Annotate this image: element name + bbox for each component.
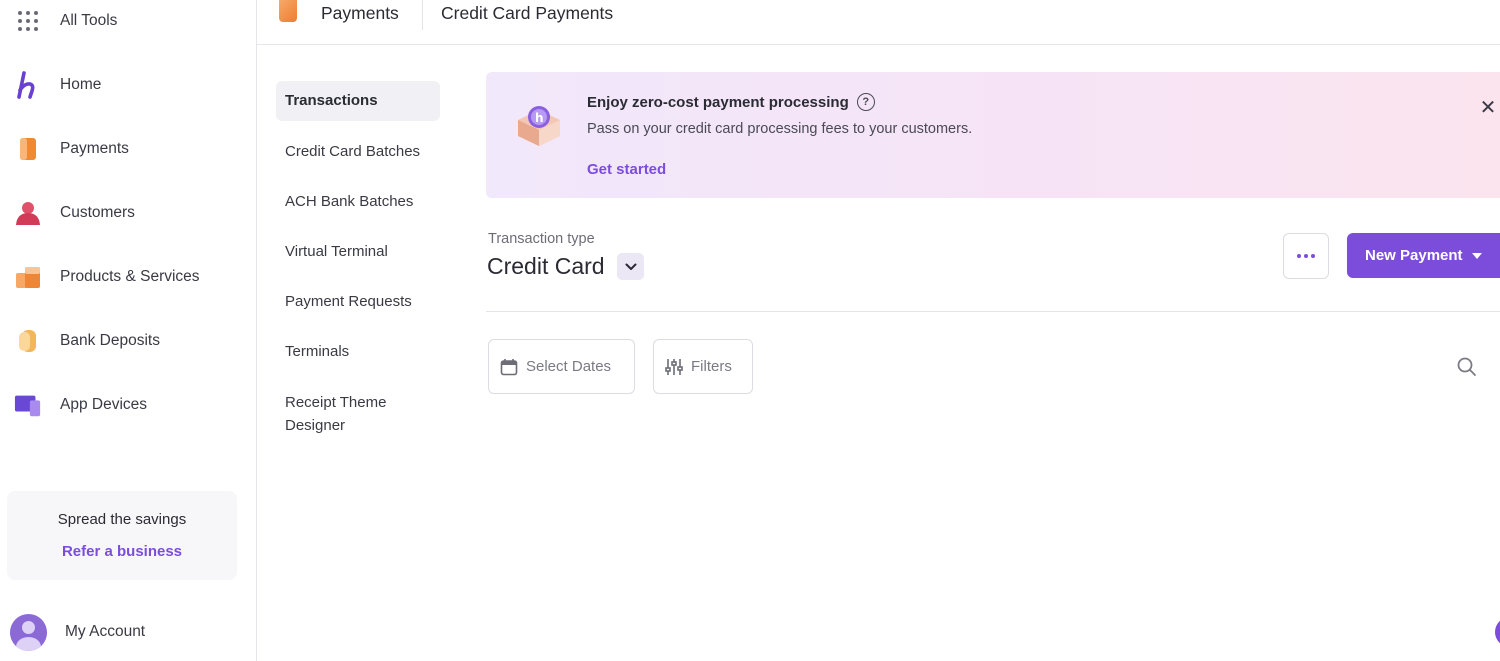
sidebar-item-label: Products & Services [60,268,200,285]
sliders-icon [665,358,683,375]
filters-label: Filters [691,358,732,375]
subnav-item-ach-bank-batches[interactable]: ACH Bank Batches [276,190,440,213]
subnav-item-credit-card-batches[interactable]: Credit Card Batches [276,140,440,163]
new-payment-button[interactable]: New Payment [1347,233,1500,278]
sidebar-item-payments[interactable]: Payments [0,125,256,173]
my-account-button[interactable]: My Account [10,612,250,652]
home-logo-icon [14,71,42,99]
breadcrumb-section[interactable]: Payments [321,3,399,24]
more-options-button[interactable] [1283,233,1329,279]
sidebar-item-home[interactable]: Home [0,61,256,109]
sidebar-item-all-tools[interactable]: All Tools [0,0,256,45]
banner-title-text: Enjoy zero-cost payment processing [587,93,849,111]
get-started-link[interactable]: Get started [587,161,666,178]
top-header: Payments Credit Card Payments [257,0,1500,45]
filters-button[interactable]: Filters [653,339,753,394]
banner-title: Enjoy zero-cost payment processing ? [587,93,875,111]
box-icon: h [514,102,560,146]
divider [486,311,1500,312]
subnav-item-terminals[interactable]: Terminals [276,340,440,363]
sidebar-item-products-services[interactable]: Products & Services [0,253,256,301]
page-title: Credit Card Payments [441,3,614,23]
sidebar-item-label: Customers [60,204,135,221]
sidebar-item-customers[interactable]: Customers [0,189,256,237]
chevron-down-icon [625,263,636,270]
help-icon[interactable]: ? [856,93,875,111]
sidebar-item-label: App Devices [60,396,148,413]
breadcrumb-divider [422,0,423,30]
subnav-item-receipt-theme-designer[interactable]: Receipt Theme Designer [276,391,416,437]
caret-down-icon [1471,252,1482,259]
select-dates-label: Select Dates [526,358,612,375]
app-devices-icon [14,391,42,419]
refer-business-link[interactable]: Refer a business [7,543,237,560]
promo-banner: h Enjoy zero-cost payment processing ? P… [486,72,1500,198]
close-icon[interactable]: ✕ [1476,96,1500,120]
subnav-item-payment-requests[interactable]: Payment Requests [276,290,440,313]
svg-text:h: h [535,111,544,125]
refer-card: Spread the savings Refer a business [7,491,237,580]
customers-icon [14,199,42,227]
chat-bubble-button[interactable] [1495,617,1500,647]
more-dot [1304,254,1308,258]
products-icon [14,263,42,291]
account-label: My Account [65,623,146,640]
bank-deposits-icon [14,327,42,355]
transaction-type-value[interactable]: Credit Card [487,253,605,280]
sidebar-item-label: All Tools [60,12,118,29]
sidebar-item-label: Payments [60,140,129,157]
new-payment-label: New Payment [1365,247,1463,264]
calendar-icon [500,358,518,375]
payments-icon [279,0,297,22]
select-dates-button[interactable]: Select Dates [488,339,635,394]
sidebar: All Tools Home Payments Customers Produc… [0,0,257,661]
banner-description: Pass on your credit card processing fees… [587,121,973,137]
subnav-item-virtual-terminal[interactable]: Virtual Terminal [276,240,440,263]
transaction-type-dropdown[interactable] [617,253,644,280]
search-icon[interactable] [1456,356,1478,378]
sidebar-item-label: Bank Deposits [60,332,160,349]
sidebar-item-app-devices[interactable]: App Devices [0,381,256,429]
avatar [10,613,47,651]
more-dot [1297,254,1301,258]
grid-icon [14,7,42,35]
sidebar-item-bank-deposits[interactable]: Bank Deposits [0,317,256,365]
subnav-item-transactions[interactable]: Transactions [276,81,440,121]
more-dot [1311,254,1315,258]
sidebar-item-label: Home [60,76,102,93]
payments-icon [14,135,42,163]
transaction-type-label: Transaction type [488,231,595,247]
refer-title: Spread the savings [57,511,187,528]
